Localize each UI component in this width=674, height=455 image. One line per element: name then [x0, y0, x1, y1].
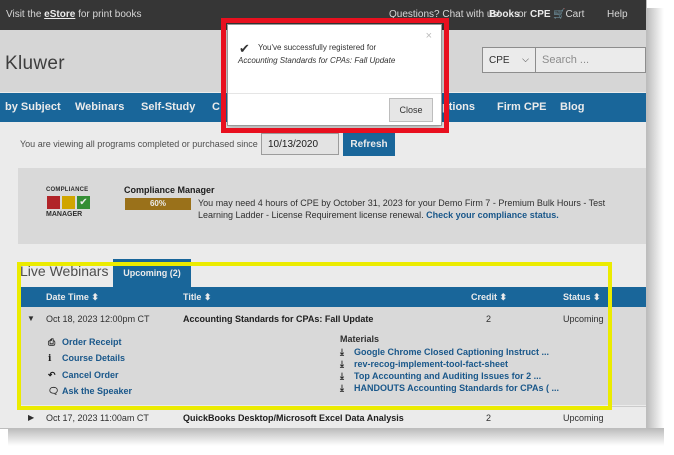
red-highlight-box — [221, 18, 449, 133]
browser-viewport: Visit the eStore for print books Questio… — [0, 0, 647, 429]
window-shadow-bottom — [8, 428, 664, 446]
window-shadow-right — [646, 8, 664, 438]
page: Visit the eStore for print books Questio… — [0, 0, 646, 428]
